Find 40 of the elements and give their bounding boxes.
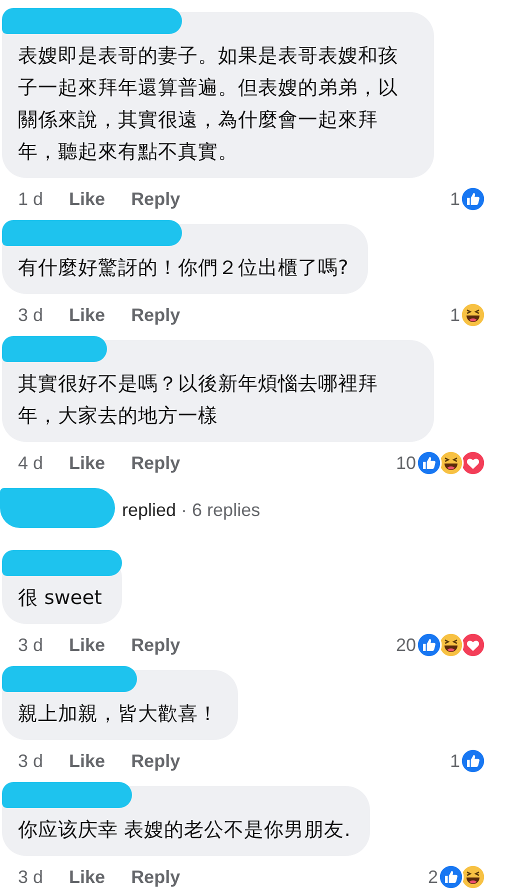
- like-link[interactable]: Like: [69, 750, 106, 772]
- laughing-face-icon: [438, 632, 464, 658]
- reaction-count: 1: [450, 304, 460, 326]
- comment-text: 親上加親，皆大歡喜！: [18, 701, 218, 727]
- comment-time: 3 d: [18, 634, 44, 656]
- reply-link[interactable]: Reply: [131, 866, 180, 888]
- comment-time: 4 d: [18, 452, 44, 474]
- comment-text: 表嫂即是表哥的妻子。如果是表哥表嫂和孩子一起來拜年還算普遍。但表嫂的弟弟，以關係來說，其實很遠，為什麼會一起來拜年，聽起來有點不真實。: [18, 43, 399, 165]
- comment-text: 有什麼好驚訝的！你們２位出櫃了嗎?: [18, 255, 348, 281]
- laughing-face-icon: [438, 450, 464, 476]
- thumbs-up-icon: [438, 864, 464, 890]
- reply-link[interactable]: Reply: [131, 634, 180, 656]
- comment-text: 很 sweet: [18, 585, 102, 611]
- reaction-count: 10: [396, 452, 416, 474]
- laughing-face-icon: [460, 302, 486, 328]
- comment-time: 3 d: [18, 304, 44, 326]
- thumbs-up-icon: [416, 632, 442, 658]
- like-link[interactable]: Like: [69, 452, 106, 474]
- comment-text: 你应该庆幸 表嫂的老公不是你男朋友.: [18, 817, 350, 843]
- like-link[interactable]: Like: [69, 188, 106, 210]
- comment-time: 1 d: [18, 188, 44, 210]
- reply-link[interactable]: Reply: [131, 304, 180, 326]
- thumbs-up-icon: [416, 450, 442, 476]
- comment-time: 3 d: [18, 750, 44, 772]
- view-replies-link[interactable]: replied · 6 replies: [122, 500, 260, 520]
- like-link[interactable]: Like: [69, 866, 106, 888]
- reaction-count: 1: [450, 188, 460, 210]
- reply-link[interactable]: Reply: [131, 750, 180, 772]
- comment-text: 其實很好不是嗎？以後新年煩惱去哪裡拜年，大家去的地方一樣: [18, 371, 379, 429]
- comment-time: 3 d: [18, 866, 44, 888]
- thumbs-up-icon: [460, 186, 486, 212]
- reaction-count: 1: [450, 750, 460, 772]
- reaction-count: 2: [428, 866, 438, 888]
- reaction-count: 20: [396, 634, 416, 656]
- reply-link[interactable]: Reply: [131, 188, 180, 210]
- laughing-face-icon: [460, 864, 486, 890]
- thumbs-up-icon: [460, 748, 486, 774]
- like-link[interactable]: Like: [69, 634, 106, 656]
- like-link[interactable]: Like: [69, 304, 106, 326]
- reply-link[interactable]: Reply: [131, 452, 180, 474]
